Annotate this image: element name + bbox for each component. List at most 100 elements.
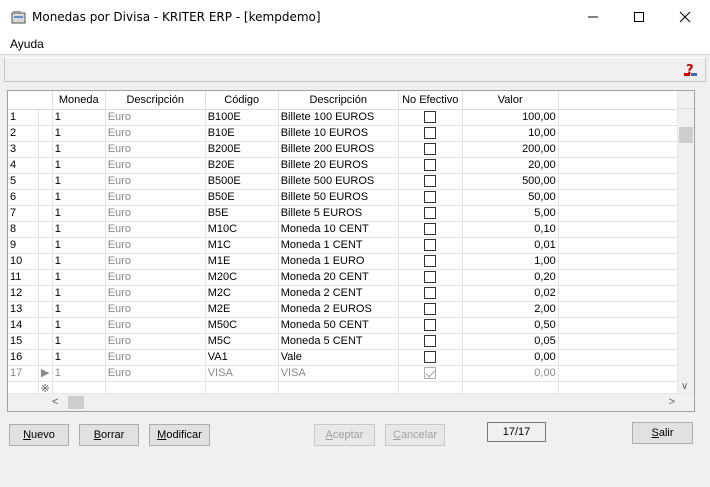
row-indicator[interactable]: [38, 237, 53, 254]
no-efectivo-checkbox[interactable]: [424, 334, 437, 347]
row-indicator[interactable]: [38, 253, 53, 270]
cell-codigo[interactable]: M20C: [205, 269, 279, 286]
cell-valor[interactable]: 0,10: [462, 221, 559, 238]
cell-descripcion-2[interactable]: Moneda 50 CENT: [278, 317, 399, 334]
nuevo-button[interactable]: Nuevo: [9, 424, 69, 446]
no-efectivo-checkbox[interactable]: [424, 158, 437, 171]
column-header-descripcion-2[interactable]: Descripción: [278, 91, 399, 110]
scroll-left-icon[interactable]: <: [52, 396, 58, 408]
cell-codigo[interactable]: B5E: [205, 205, 279, 222]
cell-no-efectivo[interactable]: [398, 285, 463, 302]
no-efectivo-checkbox[interactable]: [424, 270, 437, 283]
cell-no-efectivo[interactable]: [398, 253, 463, 270]
row-indicator[interactable]: [38, 269, 53, 286]
cell-valor[interactable]: 200,00: [462, 141, 559, 158]
window-app-icon[interactable]: [11, 10, 27, 24]
row-indicator[interactable]: [38, 285, 53, 302]
row-indicator[interactable]: [38, 317, 53, 334]
table-row[interactable]: 3 1 Euro B200E Billete 200 EUROS 200,00: [8, 141, 681, 158]
cell-descripcion-2[interactable]: Billete 10 EUROS: [278, 125, 399, 142]
cell-descripcion-2[interactable]: Moneda 1 EURO: [278, 253, 399, 270]
cell-no-efectivo[interactable]: [398, 109, 463, 126]
cell-moneda[interactable]: 1: [52, 157, 106, 174]
cell-descripcion[interactable]: Euro: [105, 333, 206, 350]
data-grid[interactable]: Moneda Descripción Código Descripción No…: [7, 90, 695, 412]
cell-moneda[interactable]: 1: [52, 141, 106, 158]
modificar-button[interactable]: Modificar: [149, 424, 210, 446]
cell-valor[interactable]: 5,00: [462, 205, 559, 222]
table-row[interactable]: 1 1 Euro B100E Billete 100 EUROS 100,00: [8, 109, 681, 126]
cell-codigo[interactable]: M2E: [205, 301, 279, 318]
no-efectivo-checkbox[interactable]: [424, 350, 437, 363]
cell-descripcion-2[interactable]: Billete 500 EUROS: [278, 173, 399, 190]
cell-moneda[interactable]: 1: [52, 349, 106, 366]
menu-item-ayuda[interactable]: Ayuda: [10, 37, 44, 51]
cell-descripcion-2[interactable]: Vale: [278, 349, 399, 366]
cell-codigo[interactable]: M1E: [205, 253, 279, 270]
cell-descripcion[interactable]: Euro: [105, 349, 206, 366]
table-row[interactable]: 2 1 Euro B10E Billete 10 EUROS 10,00: [8, 125, 681, 142]
column-header-descripcion[interactable]: Descripción: [105, 91, 206, 110]
table-row[interactable]: 9 1 Euro M1C Moneda 1 CENT 0,01: [8, 237, 681, 254]
cell-descripcion-2[interactable]: VISA: [278, 365, 399, 382]
table-row[interactable]: 16 1 Euro VA1 Vale 0,00: [8, 349, 681, 366]
cell-descripcion-2[interactable]: Moneda 1 CENT: [278, 237, 399, 254]
cell-moneda[interactable]: 1: [52, 333, 106, 350]
cell-valor[interactable]: 10,00: [462, 125, 559, 142]
cell-codigo[interactable]: M10C: [205, 221, 279, 238]
cell-valor[interactable]: 1,00: [462, 253, 559, 270]
table-row[interactable]: 17 ▶ 1 Euro VISA VISA 0,00: [8, 365, 681, 382]
vertical-scrollbar[interactable]: ∨: [677, 91, 694, 394]
cell-moneda[interactable]: 1: [52, 301, 106, 318]
no-efectivo-checkbox[interactable]: [424, 366, 437, 379]
cell-moneda[interactable]: 1: [52, 317, 106, 334]
cell-valor[interactable]: 0,02: [462, 285, 559, 302]
cell-valor[interactable]: 500,00: [462, 173, 559, 190]
row-indicator[interactable]: [38, 301, 53, 318]
cell-descripcion[interactable]: Euro: [105, 301, 206, 318]
table-row[interactable]: 12 1 Euro M2C Moneda 2 CENT 0,02: [8, 285, 681, 302]
table-row[interactable]: 8 1 Euro M10C Moneda 10 CENT 0,10: [8, 221, 681, 238]
cell-no-efectivo[interactable]: [398, 173, 463, 190]
cell-no-efectivo[interactable]: [398, 125, 463, 142]
table-row[interactable]: 14 1 Euro M50C Moneda 50 CENT 0,50: [8, 317, 681, 334]
scroll-right-icon[interactable]: >: [669, 396, 675, 408]
cell-moneda[interactable]: 1: [52, 269, 106, 286]
cell-descripcion[interactable]: Euro: [105, 269, 206, 286]
cell-moneda[interactable]: 1: [52, 173, 106, 190]
row-indicator[interactable]: [38, 349, 53, 366]
cell-valor[interactable]: 0,00: [462, 365, 559, 382]
cell-valor[interactable]: 0,00: [462, 349, 559, 366]
table-row[interactable]: 11 1 Euro M20C Moneda 20 CENT 0,20: [8, 269, 681, 286]
no-efectivo-checkbox[interactable]: [424, 238, 437, 251]
vertical-scroll-thumb[interactable]: [679, 127, 693, 143]
row-pointer-icon[interactable]: ▶: [38, 365, 53, 382]
table-row[interactable]: 5 1 Euro B500E Billete 500 EUROS 500,00: [8, 173, 681, 190]
cell-moneda[interactable]: 1: [52, 253, 106, 270]
row-indicator[interactable]: [38, 189, 53, 206]
cell-no-efectivo[interactable]: [398, 349, 463, 366]
aceptar-button[interactable]: Aceptar: [314, 424, 375, 446]
no-efectivo-checkbox[interactable]: [424, 126, 437, 139]
horizontal-scroll-thumb[interactable]: [68, 396, 84, 409]
cell-codigo[interactable]: M1C: [205, 237, 279, 254]
cell-descripcion[interactable]: Euro: [105, 285, 206, 302]
cell-codigo[interactable]: B200E: [205, 141, 279, 158]
cell-no-efectivo[interactable]: [398, 189, 463, 206]
cell-descripcion-2[interactable]: Billete 20 EUROS: [278, 157, 399, 174]
table-row[interactable]: 6 1 Euro B50E Billete 50 EUROS 50,00: [8, 189, 681, 206]
minimize-button[interactable]: [570, 0, 616, 34]
cell-descripcion[interactable]: Euro: [105, 141, 206, 158]
column-header-valor[interactable]: Valor: [462, 91, 559, 110]
cell-no-efectivo[interactable]: [398, 317, 463, 334]
salir-button[interactable]: Salir: [632, 422, 693, 444]
row-indicator[interactable]: [38, 173, 53, 190]
no-efectivo-checkbox[interactable]: [424, 254, 437, 267]
horizontal-scrollbar[interactable]: < >: [8, 393, 694, 411]
cell-moneda[interactable]: 1: [52, 189, 106, 206]
cell-no-efectivo[interactable]: [398, 333, 463, 350]
cell-descripcion[interactable]: Euro: [105, 173, 206, 190]
cell-descripcion[interactable]: Euro: [105, 125, 206, 142]
cell-moneda[interactable]: 1: [52, 365, 106, 382]
row-indicator[interactable]: [38, 141, 53, 158]
